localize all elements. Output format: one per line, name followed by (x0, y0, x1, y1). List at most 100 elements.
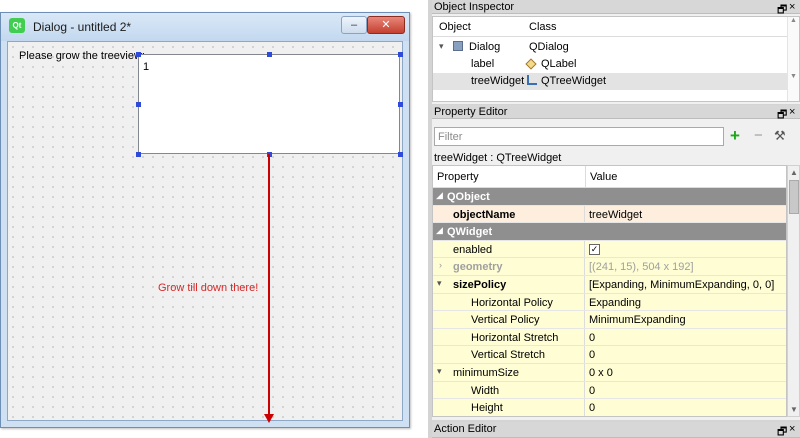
close-dock-icon[interactable]: × (789, 423, 795, 435)
selection-handle[interactable] (136, 52, 141, 57)
property-name: minimumSize (453, 367, 520, 379)
object-row-dialog[interactable]: ▾ Dialog QDialog (433, 39, 789, 56)
dialog-body-grid[interactable]: Please grow the treeview: 1 Grow till do… (7, 41, 403, 423)
object-class: QTreeWidget (541, 75, 607, 87)
minimize-button[interactable]: – (341, 16, 367, 34)
property-row-horizontal-stretch[interactable]: Horizontal Stretch 0 (433, 328, 786, 347)
property-editor-panel: Property Editor 🗗 × + − ⚒ treeWidget : Q… (432, 105, 800, 420)
column-header-property[interactable]: Property (437, 171, 479, 183)
property-row-geometry[interactable]: › geometry [(241, 15), 504 x 192] (433, 258, 786, 276)
property-name: QWidget (447, 226, 493, 239)
grow-label[interactable]: Please grow the treeview: (19, 50, 145, 62)
object-class: QDialog (529, 41, 569, 53)
qt-logo-icon: Qt (9, 18, 25, 33)
column-header-object[interactable]: Object (439, 21, 471, 33)
property-editor-titlebar[interactable]: Property Editor 🗗 × (432, 105, 800, 121)
tree-widget[interactable]: 1 (138, 54, 400, 154)
property-table: Property Value ◢ QObject objectName tree… (432, 165, 787, 417)
property-value[interactable]: [Expanding, MinimumExpanding, 0, 0] (589, 279, 774, 291)
collapse-arrow-icon[interactable]: ▾ (437, 366, 442, 377)
remove-property-icon[interactable]: − (754, 127, 768, 145)
add-dynamic-property-icon[interactable]: + (730, 127, 746, 145)
action-editor-panel: Action Editor 🗗 × (432, 422, 800, 438)
property-value[interactable]: 0 (589, 402, 595, 414)
property-group-qobject[interactable]: ◢ QObject (433, 188, 786, 206)
object-row-label[interactable]: label QLabel (433, 56, 789, 73)
collapse-arrow-icon[interactable]: ▾ (437, 278, 442, 289)
float-dock-icon[interactable]: 🗗 (777, 423, 787, 438)
object-inspector-titlebar[interactable]: Object Inspector 🗗 × (432, 0, 800, 16)
close-dock-icon[interactable]: × (789, 106, 795, 118)
selection-handle[interactable] (398, 152, 403, 157)
selection-handle[interactable] (267, 52, 272, 57)
property-editor-class-line: treeWidget : QTreeWidget (434, 152, 562, 164)
property-value[interactable]: MinimumExpanding (589, 314, 686, 326)
property-table-scrollbar[interactable]: ▲ ▼ (787, 165, 800, 417)
property-name: Vertical Stretch (471, 349, 545, 362)
property-value[interactable]: Expanding (589, 297, 641, 309)
selection-handle[interactable] (398, 52, 403, 57)
dialog-form-window[interactable]: Qt Dialog - untitled 2* – ✕ Please grow … (0, 12, 410, 428)
property-name: Width (471, 384, 500, 397)
configure-wrench-icon[interactable]: ⚒ (774, 127, 792, 145)
action-editor-titlebar[interactable]: Action Editor 🗗 × (432, 422, 800, 438)
property-row-vertical-policy[interactable]: Vertical Policy MinimumExpanding (433, 311, 786, 329)
property-value[interactable]: 0 (589, 332, 595, 344)
property-row-width[interactable]: Width 0 (433, 381, 786, 400)
object-inspector-title: Object Inspector (434, 1, 515, 13)
close-dock-icon[interactable]: × (789, 1, 795, 13)
property-value[interactable]: treeWidget (589, 209, 642, 221)
selection-handle[interactable] (136, 102, 141, 107)
property-table-header: Property Value (433, 166, 786, 188)
dialog-title-bar[interactable]: Qt Dialog - untitled 2* – ✕ (1, 13, 409, 41)
property-name: enabled (453, 243, 493, 256)
object-class: QLabel (541, 58, 577, 70)
selection-handle[interactable] (398, 102, 403, 107)
property-name: Horizontal Stretch (471, 331, 559, 344)
property-row-height[interactable]: Height 0 (433, 399, 786, 416)
property-row-minimumsize[interactable]: ▾ minimumSize 0 x 0 (433, 364, 786, 382)
property-value[interactable]: 0 x 0 (589, 367, 613, 379)
property-row-objectname[interactable]: objectName treeWidget (433, 205, 786, 224)
expand-arrow-icon[interactable]: › (439, 260, 442, 270)
property-row-enabled[interactable]: enabled ✓ (433, 240, 786, 259)
selection-handle[interactable] (136, 152, 141, 157)
tree-widget-icon (527, 75, 540, 87)
float-dock-icon[interactable]: 🗗 (777, 106, 787, 125)
object-name: treeWidget (471, 75, 525, 87)
scroll-down-icon[interactable]: ▼ (790, 405, 798, 414)
dialog-title: Dialog - untitled 2* (33, 20, 132, 34)
property-name: QObject (447, 191, 490, 203)
property-value[interactable]: [(241, 15), 504 x 192] (589, 261, 694, 273)
property-name: Height (471, 402, 503, 415)
property-filter-input[interactable] (434, 127, 724, 146)
tree-item[interactable]: 1 (143, 61, 149, 73)
close-button[interactable]: ✕ (367, 16, 405, 34)
property-name: Horizontal Policy (471, 296, 553, 309)
property-row-vertical-stretch[interactable]: Vertical Stretch 0 (433, 346, 786, 364)
enabled-checkbox[interactable]: ✓ (589, 243, 600, 255)
property-row-sizepolicy[interactable]: ▾ sizePolicy [Expanding, MinimumExpandin… (433, 276, 786, 294)
dialog-object-icon (453, 41, 466, 53)
property-value[interactable]: 0 (589, 349, 595, 361)
object-tree-header: Object Class (433, 17, 799, 37)
column-header-value[interactable]: Value (590, 171, 617, 183)
object-row-treewidget[interactable]: treeWidget QTreeWidget (433, 73, 789, 90)
scrollbar-thumb[interactable] (789, 180, 799, 214)
property-group-qwidget[interactable]: ◢ QWidget (433, 223, 786, 241)
annotation-arrow-line (268, 154, 270, 420)
column-header-class[interactable]: Class (529, 21, 557, 33)
property-name: Vertical Policy (471, 314, 540, 327)
collapse-arrow-icon[interactable]: ◢ (436, 190, 443, 201)
collapse-arrow-icon[interactable]: ▾ (439, 41, 444, 52)
form-canvas: Qt Dialog - untitled 2* – ✕ Please grow … (0, 0, 428, 438)
property-value[interactable]: 0 (589, 385, 595, 397)
object-tree: Object Class ▾ Dialog QDialog label QLab… (432, 16, 800, 102)
object-name: label (471, 58, 495, 70)
collapse-arrow-icon[interactable]: ◢ (436, 225, 443, 236)
annotation-arrow-head-icon (264, 414, 274, 423)
property-row-horizontal-policy[interactable]: Horizontal Policy Expanding (433, 293, 786, 312)
scroll-up-icon[interactable]: ▲ (790, 168, 798, 177)
object-inspector-panel: Object Inspector 🗗 × Object Class ▾ Dial… (432, 0, 800, 104)
object-tree-scrollbar[interactable]: ▲ ▼ (787, 17, 799, 101)
